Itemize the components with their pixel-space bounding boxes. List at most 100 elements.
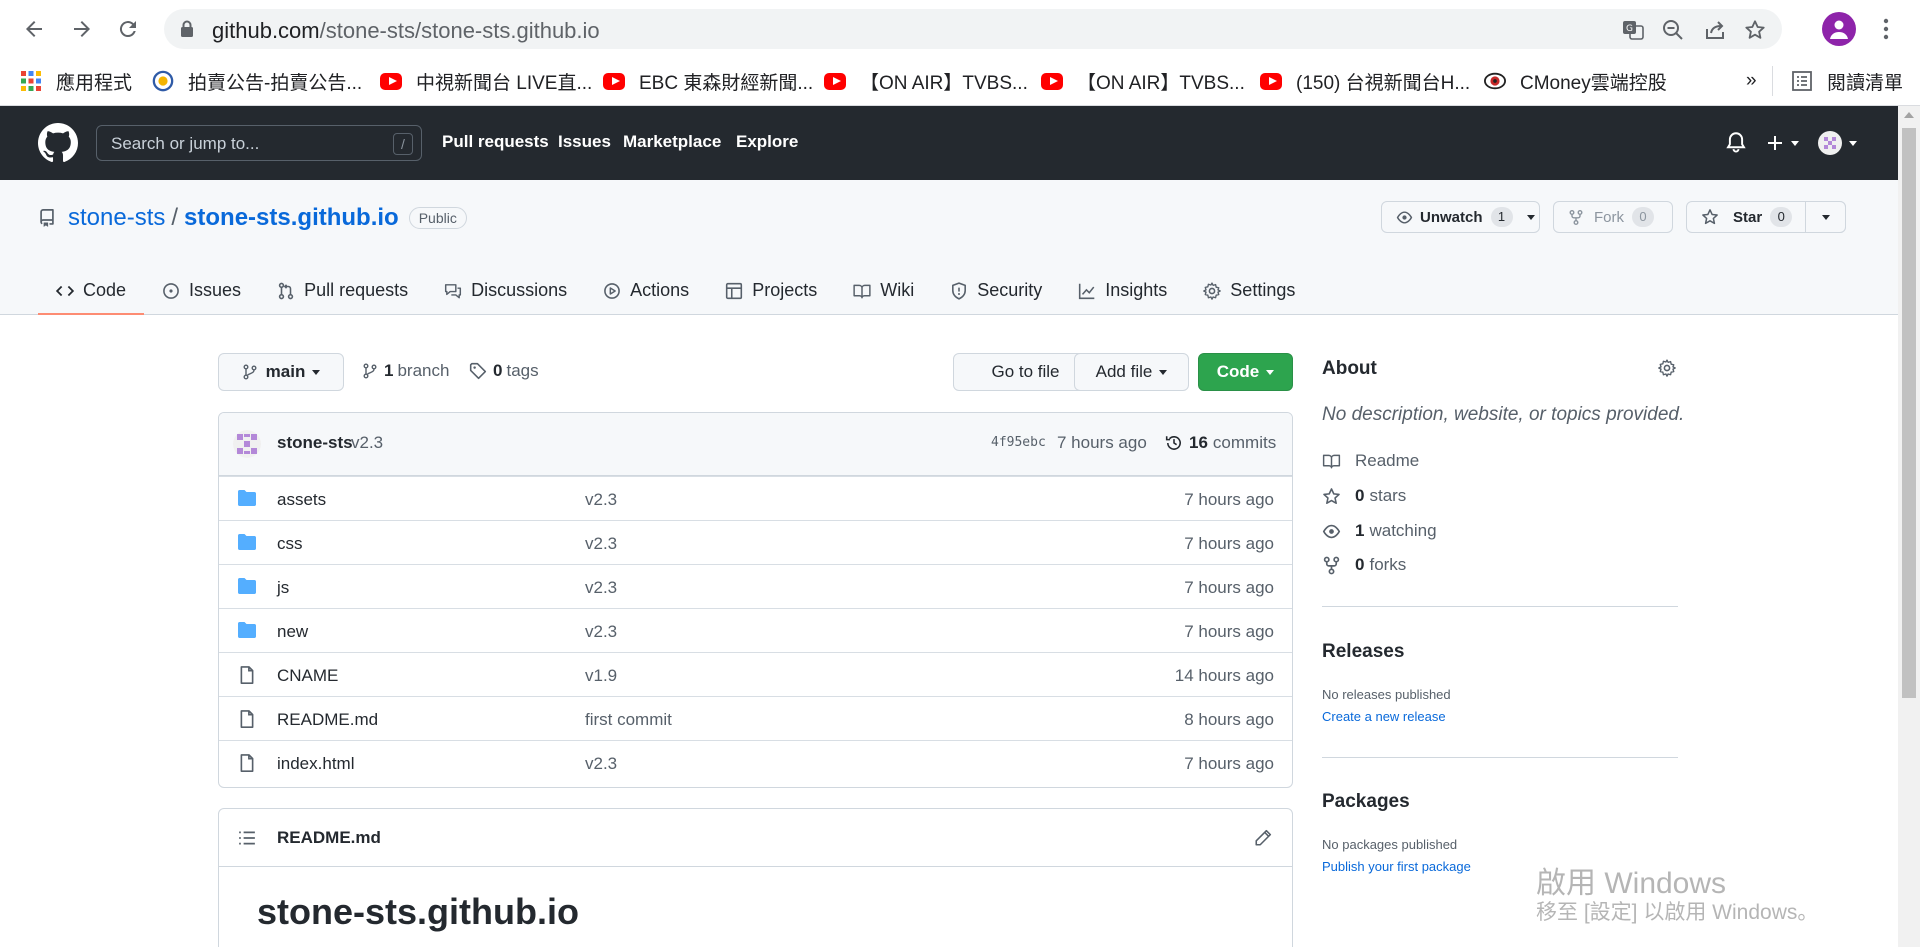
share-button[interactable] (1702, 17, 1728, 43)
forward-button[interactable] (62, 12, 102, 46)
branch-select-button[interactable]: main (218, 353, 344, 391)
bookmark-label: 【ON AIR】TVBS... (1077, 72, 1245, 94)
scrollbar-thumb[interactable] (1902, 128, 1916, 698)
no-releases-text: No releases published (1322, 687, 1451, 702)
watching-link[interactable]: 1 watching (1322, 521, 1437, 541)
file-name[interactable]: CNAME (277, 666, 338, 686)
releases-heading[interactable]: Releases (1322, 641, 1404, 663)
tab-security[interactable]: Security (932, 266, 1060, 315)
unwatch-button[interactable]: Unwatch 1 (1381, 201, 1540, 233)
bookmark-ttv-news[interactable]: (150) 台視新聞台H... (1260, 66, 1470, 96)
file-commit-message[interactable]: v2.3 (585, 622, 617, 642)
about-heading: About (1322, 358, 1377, 379)
create-new-dropdown[interactable] (1766, 130, 1799, 156)
scroll-up-arrow-icon[interactable] (1904, 112, 1914, 118)
bookmark-cmoney[interactable]: CMoney雲端控股 (1484, 66, 1667, 96)
header-nav-pull-requests[interactable]: Pull requests (442, 132, 549, 152)
file-name[interactable]: new (277, 622, 308, 642)
back-button[interactable] (14, 12, 54, 46)
translate-button[interactable]: G (1620, 17, 1646, 43)
file-commit-message[interactable]: first commit (585, 710, 672, 730)
commit-history-link[interactable]: 16 commits (1165, 433, 1276, 453)
browser-profile-avatar[interactable] (1822, 12, 1856, 46)
file-name[interactable]: css (277, 534, 303, 554)
star-lists-dropdown[interactable] (1805, 201, 1846, 233)
readme-link[interactable]: Readme (1322, 451, 1419, 471)
bookmark-tvbs-2[interactable]: 【ON AIR】TVBS... (1041, 66, 1245, 96)
file-commit-message[interactable]: v2.3 (585, 754, 617, 774)
file-row[interactable]: index.html v2.3 7 hours ago (219, 740, 1292, 784)
header-nav-explore[interactable]: Explore (736, 132, 798, 152)
user-avatar (1818, 131, 1842, 155)
file-row[interactable]: js v2.3 7 hours ago (219, 564, 1292, 608)
tab-actions[interactable]: Actions (585, 266, 707, 315)
bookmark-apps[interactable]: 應用程式 (20, 66, 132, 96)
repo-name-link[interactable]: stone-sts.github.io (184, 204, 399, 232)
create-release-link[interactable]: Create a new release (1322, 709, 1446, 724)
bookmark-auction[interactable]: 拍賣公告-拍賣公告... (152, 66, 362, 96)
stars-link[interactable]: 0 stars (1322, 486, 1406, 506)
bookmarks-overflow-button[interactable]: » (1746, 66, 1757, 96)
tab-projects[interactable]: Projects (707, 266, 835, 315)
user-menu-dropdown[interactable] (1818, 130, 1857, 156)
bookmark-star-button[interactable] (1742, 17, 1768, 43)
file-commit-message[interactable]: v1.9 (585, 666, 617, 686)
file-name[interactable]: js (277, 578, 289, 598)
reading-list-button[interactable]: 閱讀清單 (1772, 66, 1903, 96)
branches-link[interactable]: 1 branch (362, 361, 449, 381)
file-row[interactable]: new v2.3 7 hours ago (219, 608, 1292, 652)
repo-owner-link[interactable]: stone-sts (68, 204, 165, 232)
notifications-button[interactable] (1726, 130, 1746, 156)
file-name[interactable]: README.md (277, 710, 378, 730)
tab-settings[interactable]: Settings (1185, 266, 1313, 315)
reload-button[interactable] (108, 12, 148, 46)
file-row[interactable]: assets v2.3 7 hours ago (219, 476, 1292, 520)
address-bar[interactable]: github.com/stone-sts/stone-sts.github.io… (164, 9, 1782, 49)
file-name[interactable]: index.html (277, 754, 354, 774)
gear-icon[interactable] (1658, 359, 1676, 377)
list-icon[interactable] (237, 829, 257, 847)
commit-sha[interactable]: 4f95ebc (991, 435, 1046, 450)
bookmark-ebc-news[interactable]: EBC 東森財經新聞... (603, 66, 813, 96)
tag-icon (469, 362, 487, 380)
readme-filename[interactable]: README.md (277, 828, 381, 848)
github-logo[interactable] (38, 123, 78, 163)
packages-heading[interactable]: Packages (1322, 791, 1410, 813)
tab-issues[interactable]: Issues (144, 266, 259, 315)
header-nav-issues[interactable]: Issues (558, 132, 611, 152)
publish-package-link[interactable]: Publish your first package (1322, 859, 1471, 874)
tab-pull-requests[interactable]: Pull requests (259, 266, 426, 315)
latest-commit-bar: stone-sts v2.3 4f95ebc 7 hours ago 16 co… (219, 413, 1292, 476)
code-download-button[interactable]: Code (1198, 353, 1293, 391)
commit-message[interactable]: v2.3 (351, 433, 383, 453)
github-search-input[interactable]: Search or jump to... / (96, 125, 422, 161)
table-icon (726, 282, 743, 299)
commit-author[interactable]: stone-sts (277, 433, 353, 453)
file-name[interactable]: assets (277, 490, 326, 510)
commit-author-avatar[interactable] (233, 430, 261, 458)
tab-wiki[interactable]: Wiki (835, 266, 932, 315)
file-row[interactable]: CNAME v1.9 14 hours ago (219, 652, 1292, 696)
tags-link[interactable]: 0 tags (469, 361, 539, 381)
zoom-button[interactable] (1660, 17, 1686, 43)
header-nav-marketplace[interactable]: Marketplace (623, 132, 721, 152)
eye-icon (1396, 210, 1413, 224)
file-row[interactable]: README.md first commit 8 hours ago (219, 696, 1292, 740)
tab-discussions[interactable]: Discussions (426, 266, 585, 315)
bookmark-tvbs-1[interactable]: 【ON AIR】TVBS... (824, 66, 1028, 96)
file-commit-message[interactable]: v2.3 (585, 578, 617, 598)
translate-icon: G (1623, 21, 1644, 40)
bookmark-ctv-news[interactable]: 中視新聞台 LIVE直... (380, 66, 592, 96)
browser-menu-button[interactable] (1880, 14, 1892, 44)
forks-link[interactable]: 0 forks (1322, 555, 1406, 575)
tab-insights[interactable]: Insights (1060, 266, 1185, 315)
tab-code[interactable]: Code (38, 266, 145, 315)
file-commit-message[interactable]: v2.3 (585, 490, 617, 510)
browser-toolbar: github.com/stone-sts/stone-sts.github.io… (0, 0, 1920, 56)
file-row[interactable]: css v2.3 7 hours ago (219, 520, 1292, 564)
fork-button[interactable]: Fork 0 (1553, 201, 1673, 233)
file-commit-message[interactable]: v2.3 (585, 534, 617, 554)
page-scrollbar[interactable] (1898, 106, 1920, 947)
add-file-button[interactable]: Add file (1074, 353, 1189, 391)
pencil-icon[interactable] (1254, 829, 1272, 847)
